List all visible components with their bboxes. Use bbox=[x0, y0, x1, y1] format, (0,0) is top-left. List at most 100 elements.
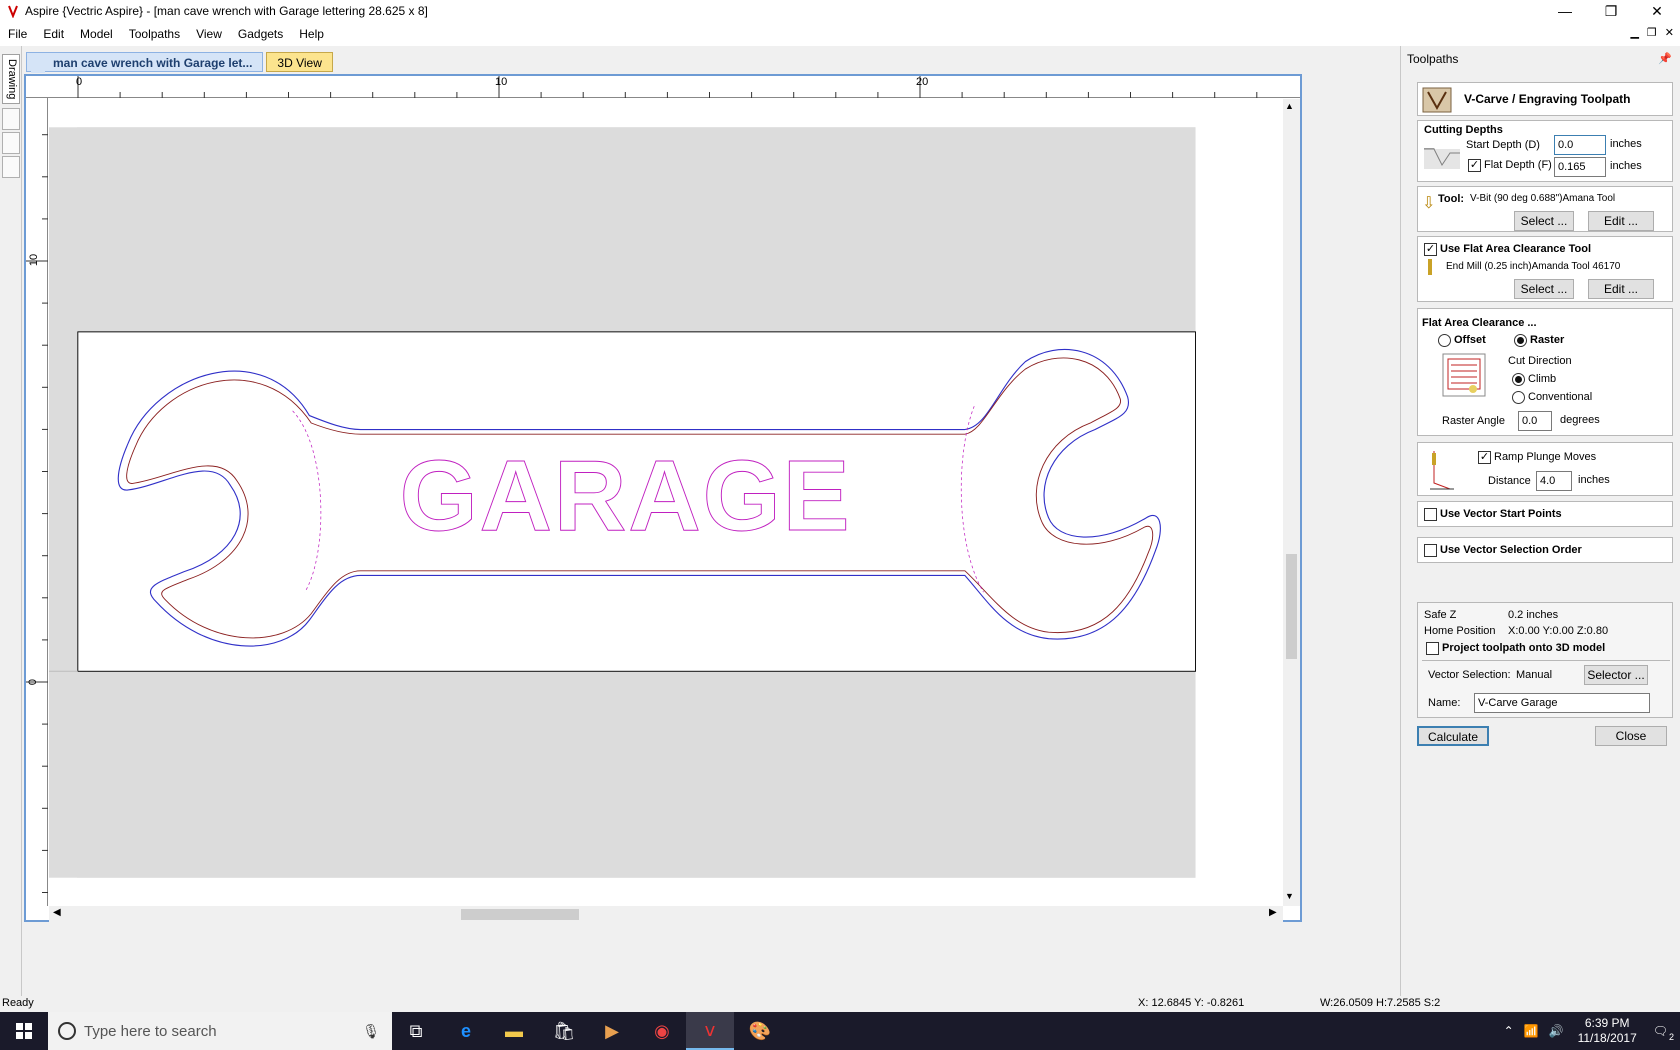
menu-view[interactable]: View bbox=[188, 22, 230, 46]
file-explorer-icon[interactable]: ▬ bbox=[490, 1012, 538, 1050]
side-tab-3[interactable] bbox=[2, 132, 20, 154]
project-toolpath-checkbox[interactable] bbox=[1426, 642, 1439, 655]
tool-select-button[interactable]: Select ... bbox=[1514, 211, 1574, 231]
close-panel-button[interactable]: Close bbox=[1595, 726, 1667, 746]
media-player-icon[interactable]: ▶ bbox=[588, 1012, 636, 1050]
side-tab-4[interactable] bbox=[2, 156, 20, 178]
mdi-minimize-icon[interactable]: ▁ bbox=[1630, 26, 1638, 39]
task-view-icon[interactable]: ⧉ bbox=[392, 1012, 440, 1050]
flat-tool-edit-button[interactable]: Edit ... bbox=[1588, 279, 1654, 299]
flat-area-clearance-heading: Flat Area Clearance ... bbox=[1422, 317, 1537, 329]
calculate-button[interactable]: Calculate bbox=[1417, 726, 1489, 746]
offset-radio[interactable] bbox=[1438, 334, 1451, 347]
flat-depth-checkbox[interactable]: ✓ bbox=[1468, 159, 1481, 172]
toolpath-name-input[interactable]: V-Carve Garage bbox=[1474, 693, 1650, 713]
clock-time[interactable]: 6:39 PM bbox=[1578, 1016, 1637, 1031]
close-button[interactable]: ✕ bbox=[1634, 0, 1680, 22]
system-tray: ⌃ 📶 🔊 6:39 PM 11/18/2017 🗨 2 bbox=[1504, 1012, 1680, 1050]
tab-drawing-document[interactable]: man cave wrench with Garage let... bbox=[26, 52, 264, 73]
tool-edit-button[interactable]: Edit ... bbox=[1588, 211, 1654, 231]
windows-start-icon[interactable] bbox=[0, 1012, 48, 1050]
start-depth-unit: inches bbox=[1610, 138, 1642, 150]
scroll-right-icon[interactable]: ▶ bbox=[1269, 907, 1277, 918]
edge-browser-icon[interactable]: e bbox=[442, 1012, 490, 1050]
tab-3d-view[interactable]: 3D View bbox=[266, 52, 333, 72]
drawing-canvas[interactable]: GARAGE bbox=[49, 99, 1282, 906]
horizontal-scrollbar[interactable]: ◀ ▶ bbox=[49, 906, 1283, 922]
scroll-left-icon[interactable]: ◀ bbox=[53, 907, 61, 918]
store-icon[interactable]: 🛍 bbox=[540, 1012, 588, 1050]
menu-gadgets[interactable]: Gadgets bbox=[230, 22, 291, 46]
notification-icon[interactable]: 🗨 2 bbox=[1653, 1024, 1674, 1042]
menu-help[interactable]: Help bbox=[291, 22, 332, 46]
app-icon bbox=[8, 5, 18, 18]
title-bar: Aspire {Vectric Aspire} - [man cave wren… bbox=[0, 0, 1680, 22]
side-tab-2[interactable] bbox=[2, 108, 20, 130]
ruler-top-label-10: 10 bbox=[495, 76, 508, 88]
start-depth-input[interactable]: 0.0 bbox=[1554, 135, 1606, 155]
network-icon[interactable]: 📶 bbox=[1524, 1024, 1539, 1038]
selector-button[interactable]: Selector ... bbox=[1584, 665, 1648, 685]
flat-tool-select-button[interactable]: Select ... bbox=[1514, 279, 1574, 299]
safe-z-label: Safe Z bbox=[1424, 609, 1457, 621]
tool-icon: ⇩ bbox=[1422, 195, 1436, 212]
restore-button[interactable]: ❐ bbox=[1588, 0, 1634, 22]
toolpath-title: V-Carve / Engraving Toolpath bbox=[1464, 92, 1631, 106]
scroll-down-icon[interactable]: ▼ bbox=[1285, 891, 1294, 901]
vector-start-points-box: Use Vector Start Points bbox=[1417, 501, 1673, 527]
vector-start-points-checkbox[interactable] bbox=[1424, 508, 1437, 521]
raster-radio[interactable] bbox=[1514, 334, 1527, 347]
ramp-checkbox[interactable]: ✓ bbox=[1478, 451, 1491, 464]
drawing-side-tab[interactable]: Drawing bbox=[2, 54, 20, 104]
menu-bar: File Edit Model Toolpaths View Gadgets H… bbox=[0, 22, 1680, 46]
vector-selection-value: Manual bbox=[1516, 669, 1553, 681]
menu-edit[interactable]: Edit bbox=[35, 22, 72, 46]
vector-selection-order-label: Use Vector Selection Order bbox=[1440, 544, 1582, 556]
climb-radio[interactable] bbox=[1512, 373, 1525, 386]
ramp-distance-unit: inches bbox=[1578, 474, 1610, 486]
ramp-distance-label: Distance bbox=[1488, 475, 1531, 487]
search-placeholder: Type here to search bbox=[84, 1022, 217, 1040]
flat-depth-label: Flat Depth (F) bbox=[1484, 159, 1552, 171]
vector-selection-order-box: Use Vector Selection Order bbox=[1417, 537, 1673, 563]
end-mill-icon bbox=[1428, 259, 1432, 275]
show-hidden-icons-icon[interactable]: ⌃ bbox=[1504, 1024, 1514, 1038]
drawing-tab-label: Drawing bbox=[6, 59, 18, 100]
document-tabs: man cave wrench with Garage let... 3D Vi… bbox=[26, 52, 333, 74]
garage-lettering: GARAGE bbox=[400, 440, 852, 552]
menu-model[interactable]: Model bbox=[72, 22, 121, 46]
cutting-depths-box: Cutting Depths Start Depth (D) 0.0 inche… bbox=[1417, 120, 1673, 182]
vector-selection-order-checkbox[interactable] bbox=[1424, 544, 1437, 557]
conventional-radio[interactable] bbox=[1512, 391, 1525, 404]
pin-icon[interactable]: 📌 bbox=[1658, 52, 1672, 65]
mdi-close-icon[interactable]: ✕ bbox=[1665, 26, 1674, 39]
ruler-top-label-20: 20 bbox=[916, 76, 929, 88]
raster-angle-input[interactable]: 0.0 bbox=[1518, 411, 1552, 431]
flat-area-tool-box: ✓ Use Flat Area Clearance Tool End Mill … bbox=[1417, 236, 1673, 302]
clock-date[interactable]: 11/18/2017 bbox=[1578, 1031, 1637, 1046]
vertical-scroll-thumb[interactable] bbox=[1286, 554, 1297, 659]
vector-selection-label: Vector Selection: bbox=[1428, 669, 1511, 681]
ramp-distance-input[interactable]: 4.0 bbox=[1536, 471, 1572, 491]
paint-icon[interactable]: 🎨 bbox=[736, 1012, 784, 1050]
flat-depth-input[interactable]: 0.165 bbox=[1554, 157, 1606, 177]
mdi-restore-icon[interactable]: ❐ bbox=[1647, 26, 1657, 39]
microphone-icon[interactable]: 🎙 bbox=[362, 1023, 380, 1040]
volume-icon[interactable]: 🔊 bbox=[1549, 1024, 1564, 1038]
taskbar-search-box[interactable]: Type here to search 🎙 bbox=[48, 1012, 392, 1050]
menu-toolpaths[interactable]: Toolpaths bbox=[121, 22, 188, 46]
horizontal-scroll-thumb[interactable] bbox=[461, 909, 579, 920]
vertical-scrollbar[interactable]: ▲ ▼ bbox=[1283, 99, 1300, 906]
minimize-button[interactable]: — bbox=[1542, 0, 1588, 22]
chrome-icon[interactable]: ◉ bbox=[638, 1012, 686, 1050]
scroll-up-icon[interactable]: ▲ bbox=[1285, 101, 1294, 111]
vertical-ruler: 10 0 bbox=[26, 98, 48, 906]
flat-area-tool-name: End Mill (0.25 inch)Amanda Tool 46170 bbox=[1446, 261, 1621, 272]
panel-header: Toolpaths bbox=[1407, 52, 1459, 66]
aspire-taskbar-icon[interactable]: ⅴ bbox=[686, 1012, 734, 1050]
raster-pattern-icon bbox=[1442, 353, 1486, 397]
ramp-box: ✓ Ramp Plunge Moves Distance 4.0 inches bbox=[1417, 442, 1673, 496]
vector-start-points-label: Use Vector Start Points bbox=[1440, 508, 1562, 520]
menu-file[interactable]: File bbox=[0, 22, 35, 46]
flat-area-tool-checkbox[interactable]: ✓ bbox=[1424, 243, 1437, 256]
